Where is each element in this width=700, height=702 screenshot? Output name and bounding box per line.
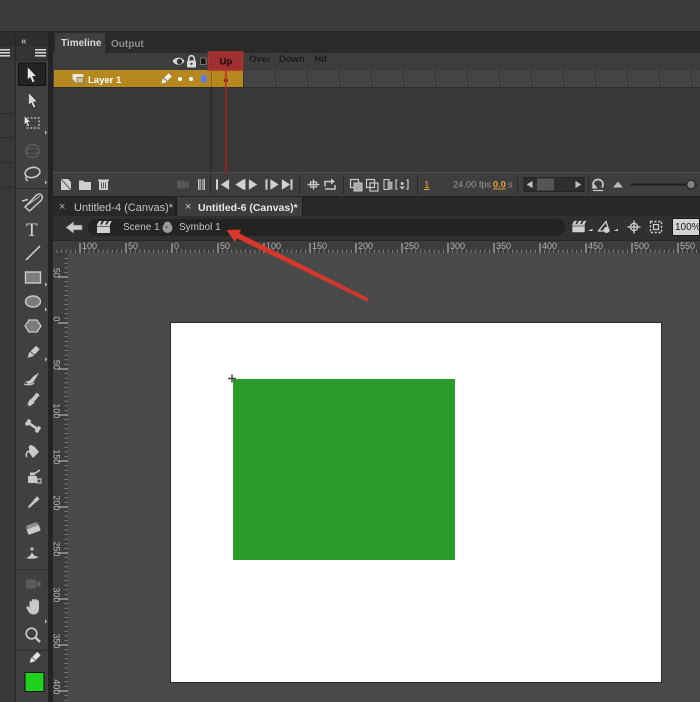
svg-text:200: 200 xyxy=(52,495,62,510)
svg-text:150: 150 xyxy=(52,449,62,464)
svg-text:24.00 fps: 24.00 fps xyxy=(453,180,492,190)
svg-text:350: 350 xyxy=(52,633,62,648)
svg-text:400: 400 xyxy=(52,679,62,694)
svg-text:50: 50 xyxy=(128,241,138,251)
svg-text:300: 300 xyxy=(52,587,62,602)
svg-text:50: 50 xyxy=(52,360,62,370)
svg-text:Up: Up xyxy=(220,57,233,68)
svg-text:«: « xyxy=(21,36,27,47)
svg-text:T: T xyxy=(26,220,38,241)
svg-text:s: s xyxy=(508,180,513,190)
svg-text:50: 50 xyxy=(52,268,62,278)
svg-text:0: 0 xyxy=(52,316,62,321)
svg-text:100: 100 xyxy=(52,403,62,418)
svg-text:1: 1 xyxy=(424,180,430,191)
svg-text:0.0: 0.0 xyxy=(493,180,506,190)
svg-text:250: 250 xyxy=(52,541,62,556)
svg-text:50: 50 xyxy=(220,241,230,251)
